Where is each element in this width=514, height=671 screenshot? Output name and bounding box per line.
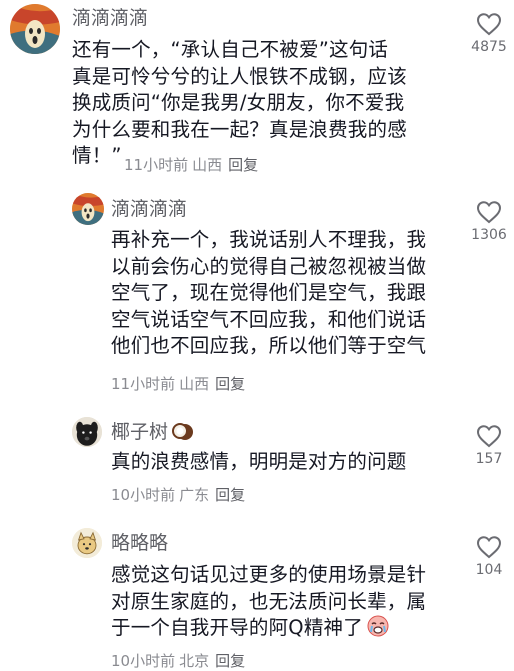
- comment-line: 换成质问“你是我男/女朋友，你不爱我: [72, 91, 405, 114]
- like-button[interactable]: 1306: [469, 200, 509, 243]
- comment-text: 真的浪费感情，明明是对方的问题: [111, 449, 407, 476]
- comment-line: 空气说话空气不回应我，和他们说话: [111, 307, 427, 331]
- comment-line: 以前会伤心的觉得自己被忽视被当做: [111, 254, 427, 278]
- comment-line: 真是可怜兮兮的让人恨铁不成钢，应该: [72, 64, 407, 88]
- comment-location: 山西: [179, 375, 210, 393]
- like-count: 1306: [471, 227, 507, 243]
- comment-line: 还有一个，“承认自己不被爱”这句话: [72, 38, 389, 61]
- username[interactable]: 滴滴滴滴: [72, 6, 148, 30]
- like-count: 4875: [471, 39, 507, 55]
- scream-painting-avatar-icon: [10, 4, 60, 54]
- comment-line: 对原生家庭的，也无法质问长辈，属: [111, 589, 427, 613]
- like-count: 104: [475, 562, 503, 578]
- comment-line: 感觉这句话见过更多的使用场景是针: [111, 563, 427, 586]
- comment-line: 再补充一个，我说话别人不理我，我: [111, 228, 427, 251]
- username[interactable]: 椰子树: [111, 420, 194, 447]
- like-count: 157: [475, 451, 503, 467]
- comment-line: 真的浪费感情，明明是对方的问题: [111, 450, 407, 473]
- like-button[interactable]: 4875: [469, 12, 509, 55]
- like-button[interactable]: 104: [469, 535, 509, 578]
- comment-meta: 10小时前 北京 回复: [111, 651, 245, 671]
- crying-face-icon: [367, 615, 389, 645]
- comment-line-text: 于一个自我开导的阿Q精神了: [111, 616, 363, 639]
- comment-time: 10小时前: [111, 486, 176, 504]
- reply-button[interactable]: 回复: [215, 375, 245, 393]
- reply-button[interactable]: 回复: [215, 652, 245, 670]
- heart-icon: [476, 201, 502, 224]
- scream-painting-avatar-icon: [72, 193, 104, 225]
- heart-icon: [476, 425, 502, 448]
- like-button[interactable]: 157: [469, 424, 509, 467]
- avatar[interactable]: [72, 528, 102, 558]
- black-dog-avatar-icon: [72, 417, 102, 447]
- comment-time: 11小时前: [111, 375, 176, 393]
- comment-text: 还有一个，“承认自己不被爱”这句话 真是可怜兮兮的让人恨铁不成钢，应该 换成质问…: [72, 37, 407, 170]
- comment-text: 再补充一个，我说话别人不理我，我 以前会伤心的觉得自己被忽视被当做 空气了，现在…: [111, 227, 426, 360]
- comment-meta: 11小时前 山西 回复: [124, 155, 258, 175]
- heart-icon: [476, 536, 502, 559]
- coconut-icon: [172, 421, 194, 447]
- avatar[interactable]: [72, 193, 104, 225]
- reply-button[interactable]: 回复: [228, 156, 258, 174]
- comment-text: 感觉这句话见过更多的使用场景是针 对原生家庭的，也无法质问长辈，属 于一个自我开…: [111, 562, 426, 645]
- avatar[interactable]: [72, 417, 102, 447]
- comment-meta: 10小时前 广东 回复: [111, 485, 245, 505]
- username[interactable]: 略略略: [111, 531, 168, 555]
- comment-meta: 11小时前 山西 回复: [111, 374, 245, 394]
- comment-location: 北京: [179, 652, 210, 670]
- comment-time: 11小时前: [124, 156, 189, 174]
- comment-line-text: 情！”: [72, 144, 122, 167]
- avatar[interactable]: [10, 4, 60, 54]
- comment-line: 于一个自我开导的阿Q精神了: [111, 615, 426, 645]
- username-text: 椰子树: [111, 421, 169, 443]
- comment-line: 为什么要和我在一起？真是浪费我的感: [72, 117, 407, 141]
- comment-line: 他们也不回应我，所以他们等于空气: [111, 334, 427, 357]
- comment-location: 广东: [179, 486, 210, 504]
- comment-time: 10小时前: [111, 652, 176, 670]
- comment-line: 空气了，现在觉得他们是空气，我跟: [111, 281, 427, 304]
- comment-line: 情！”: [72, 144, 122, 167]
- cartoon-doge-avatar-icon: [72, 528, 102, 558]
- username[interactable]: 滴滴滴滴: [111, 197, 187, 221]
- reply-button[interactable]: 回复: [215, 486, 245, 504]
- comment-location: 山西: [192, 156, 223, 174]
- heart-icon: [476, 13, 502, 36]
